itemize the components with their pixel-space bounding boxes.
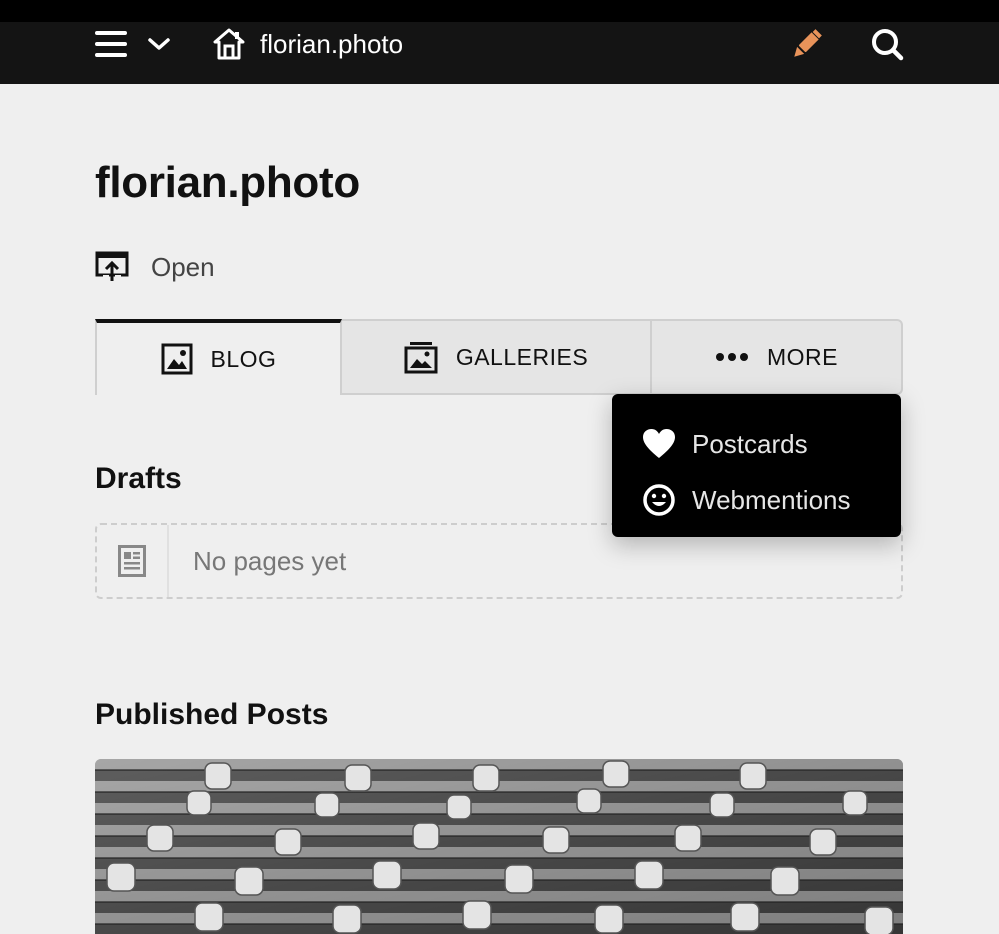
post-photo bbox=[95, 759, 903, 934]
empty-icon-cell bbox=[97, 525, 169, 597]
menu-item-webmentions[interactable]: Webmentions bbox=[612, 472, 901, 528]
section-tabs: BLOG GALLERIES MORE bbox=[95, 319, 903, 395]
site-title: florian.photo bbox=[260, 28, 404, 59]
edit-button[interactable] bbox=[786, 24, 828, 64]
chevron-down-icon bbox=[148, 38, 170, 50]
tab-galleries[interactable]: GALLERIES bbox=[342, 319, 652, 395]
search-icon bbox=[872, 29, 904, 61]
menu-button[interactable] bbox=[92, 25, 130, 63]
tab-galleries-label: GALLERIES bbox=[455, 343, 589, 370]
tab-blog-label: BLOG bbox=[210, 345, 277, 372]
tab-blog[interactable]: BLOG bbox=[95, 319, 342, 395]
search-button[interactable] bbox=[866, 24, 908, 64]
menu-item-webmentions-label: Webmentions bbox=[692, 484, 851, 515]
window-chrome bbox=[0, 0, 999, 22]
page-document-icon bbox=[118, 545, 146, 577]
published-heading: Published Posts bbox=[95, 698, 329, 731]
dots-icon bbox=[716, 353, 748, 361]
dropdown-button[interactable] bbox=[144, 28, 174, 60]
menu-item-postcards[interactable]: Postcards bbox=[612, 416, 901, 472]
page-title: florian.photo bbox=[95, 158, 360, 207]
hamburger-icon bbox=[95, 31, 127, 57]
more-dropdown-menu: Postcards Webmentions bbox=[612, 394, 901, 537]
open-label: Open bbox=[151, 251, 215, 282]
menu-item-postcards-label: Postcards bbox=[692, 428, 808, 459]
pencil-icon bbox=[794, 27, 824, 57]
image-icon bbox=[161, 343, 193, 375]
site-home-link[interactable]: florian.photo bbox=[212, 26, 403, 62]
smiley-icon bbox=[643, 484, 675, 516]
gallery-stack-icon bbox=[404, 342, 438, 374]
empty-text: No pages yet bbox=[193, 545, 347, 576]
drafts-heading: Drafts bbox=[95, 462, 182, 495]
top-bar: florian.photo bbox=[0, 0, 999, 84]
tab-more[interactable]: MORE bbox=[652, 319, 903, 395]
tab-more-label: MORE bbox=[767, 343, 838, 370]
open-link[interactable]: Open bbox=[95, 250, 215, 284]
heart-icon bbox=[643, 429, 675, 458]
open-external-icon bbox=[95, 251, 129, 281]
post-card-image[interactable] bbox=[95, 759, 903, 934]
home-icon bbox=[213, 28, 245, 60]
